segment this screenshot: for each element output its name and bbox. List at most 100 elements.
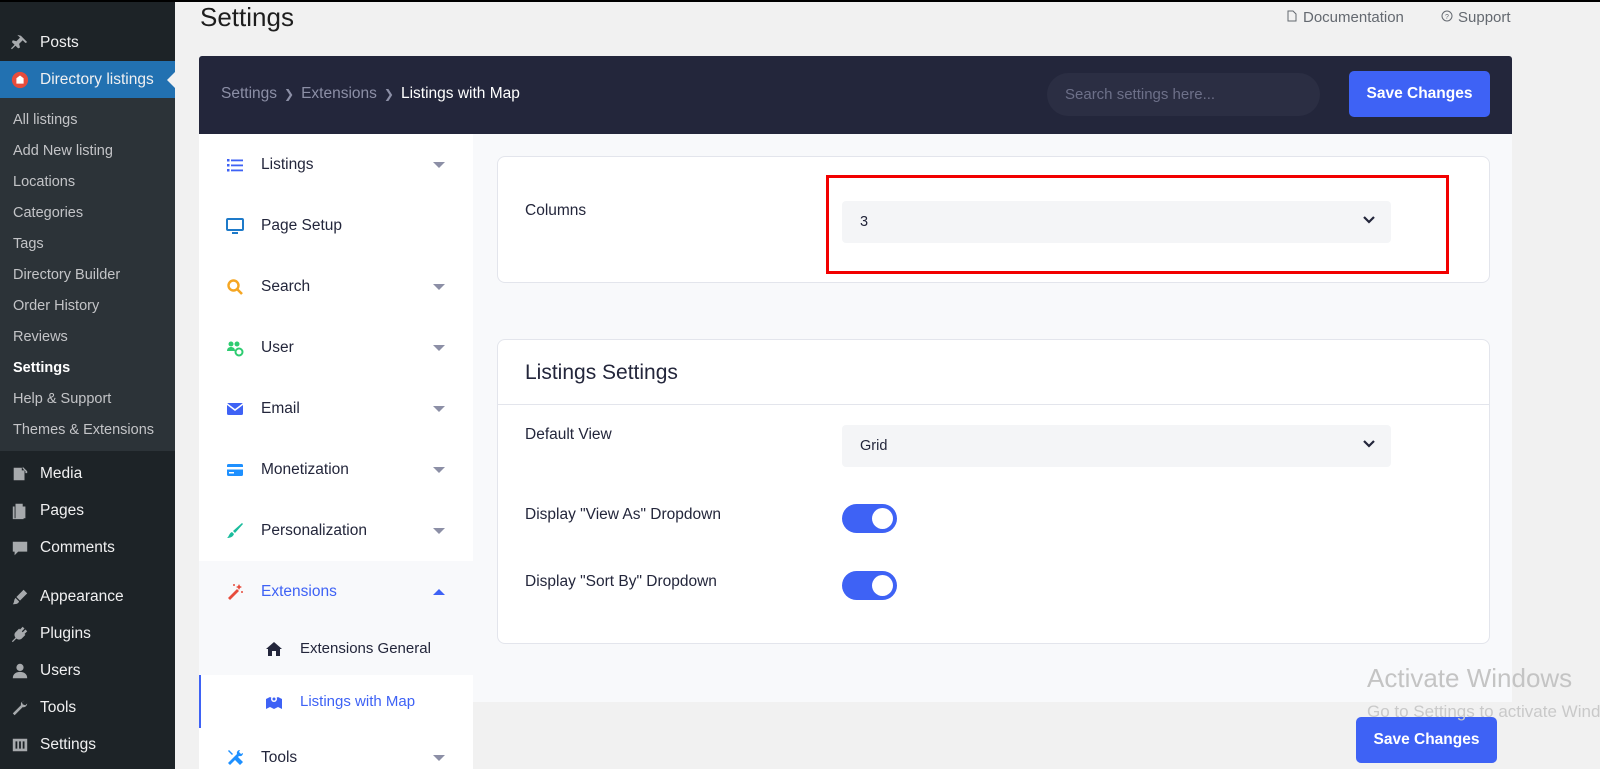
nav-sub-extensions-general[interactable]: Extensions General bbox=[199, 622, 473, 675]
wp-menu-posts[interactable]: Posts bbox=[0, 24, 175, 61]
wp-menu-tools[interactable]: Tools bbox=[0, 689, 175, 726]
search-settings-input[interactable] bbox=[1047, 73, 1320, 116]
comments-icon bbox=[10, 538, 30, 558]
tools-cross-icon bbox=[225, 748, 245, 768]
divider bbox=[498, 404, 1489, 405]
breadcrumb-item[interactable]: Extensions bbox=[301, 85, 377, 103]
envelope-icon bbox=[225, 399, 245, 419]
breadcrumb-item[interactable]: Settings bbox=[221, 85, 277, 103]
support-link[interactable]: ? Support bbox=[1441, 9, 1511, 26]
pin-icon bbox=[10, 33, 30, 53]
columns-label: Columns bbox=[525, 202, 587, 219]
wp-sub-settings[interactable]: Settings bbox=[0, 352, 175, 383]
wp-sub-themes-extensions[interactable]: Themes & Extensions bbox=[0, 414, 175, 445]
wp-sub-add-new-listing[interactable]: Add New listing bbox=[0, 135, 175, 166]
nav-label: Page Setup bbox=[261, 216, 343, 234]
chevron-right-icon: ❯ bbox=[284, 87, 295, 101]
nav-label: Extensions bbox=[261, 582, 337, 600]
wp-sub-directory-builder[interactable]: Directory Builder bbox=[0, 259, 175, 290]
appearance-icon bbox=[10, 587, 30, 607]
wp-menu-label: Comments bbox=[40, 538, 115, 556]
directory-icon bbox=[10, 70, 30, 90]
nav-extensions[interactable]: Extensions bbox=[199, 561, 473, 622]
wp-menu-label: Plugins bbox=[40, 624, 91, 642]
wp-menu-plugins[interactable]: Plugins bbox=[0, 615, 175, 652]
pages-icon bbox=[10, 501, 30, 521]
nav-tools[interactable]: Tools bbox=[199, 728, 473, 769]
nav-page-setup[interactable]: Page Setup bbox=[199, 195, 473, 256]
wp-sub-reviews[interactable]: Reviews bbox=[0, 321, 175, 352]
nav-label: Listings bbox=[261, 155, 314, 173]
documentation-link[interactable]: Documentation bbox=[1286, 9, 1404, 26]
nav-sub-label: Extensions General bbox=[300, 640, 431, 657]
save-changes-button-bottom[interactable]: Save Changes bbox=[1356, 717, 1497, 763]
caret-down-icon bbox=[433, 283, 445, 290]
wp-menu-label: Media bbox=[40, 464, 83, 482]
settings-header: Settings ❯ Extensions ❯ Listings with Ma… bbox=[199, 56, 1512, 134]
map-marker-icon bbox=[264, 692, 284, 712]
wp-menu-label: Users bbox=[40, 661, 81, 679]
caret-down-icon bbox=[433, 466, 445, 473]
wp-sub-categories[interactable]: Categories bbox=[0, 197, 175, 228]
view-as-toggle[interactable] bbox=[842, 504, 897, 533]
wp-menu-pages[interactable]: Pages bbox=[0, 492, 175, 529]
wp-menu-label: Appearance bbox=[40, 587, 124, 605]
nav-monetization[interactable]: Monetization bbox=[199, 439, 473, 500]
credit-card-icon bbox=[225, 460, 245, 480]
wp-sub-order-history[interactable]: Order History bbox=[0, 290, 175, 321]
sort-by-label: Display "Sort By" Dropdown bbox=[525, 573, 717, 590]
nav-search[interactable]: Search bbox=[199, 256, 473, 317]
help-circle-icon: ? bbox=[1441, 9, 1453, 26]
plugins-icon bbox=[10, 624, 30, 644]
default-view-select[interactable]: Grid bbox=[842, 425, 1391, 467]
chevron-down-icon bbox=[1363, 440, 1375, 448]
nav-personalization[interactable]: Personalization bbox=[199, 500, 473, 561]
wp-menu-users[interactable]: Users bbox=[0, 652, 175, 689]
nav-label: Email bbox=[261, 399, 300, 417]
wp-menu-directory-listings[interactable]: Directory listings bbox=[0, 61, 175, 98]
nav-label: Tools bbox=[261, 749, 298, 766]
caret-down-icon bbox=[433, 161, 445, 168]
wp-sub-all-listings[interactable]: All listings bbox=[0, 104, 175, 135]
activate-windows-watermark: Activate Windows bbox=[1367, 663, 1573, 693]
extensions-group: Extensions Extensions General Listings w… bbox=[199, 561, 473, 728]
wp-menu-settings[interactable]: Settings bbox=[0, 726, 175, 763]
nav-listings[interactable]: Listings bbox=[199, 134, 473, 195]
toggle-knob bbox=[872, 575, 893, 596]
caret-down-icon bbox=[433, 344, 445, 351]
tools-icon bbox=[10, 698, 30, 718]
wp-sub-locations[interactable]: Locations bbox=[0, 166, 175, 197]
chevron-right-icon: ❯ bbox=[383, 87, 394, 101]
save-changes-button[interactable]: Save Changes bbox=[1349, 71, 1490, 117]
list-icon bbox=[225, 155, 245, 175]
nav-email[interactable]: Email bbox=[199, 378, 473, 439]
listings-settings-title: Listings Settings bbox=[525, 361, 678, 384]
nav-user[interactable]: User bbox=[199, 317, 473, 378]
settings-icon bbox=[10, 735, 30, 755]
wp-submenu: All listings Add New listing Locations C… bbox=[0, 98, 175, 451]
users-gear-icon bbox=[225, 338, 245, 358]
wp-admin-sidebar: Posts Directory listings All listings Ad… bbox=[0, 0, 175, 769]
nav-sub-listings-with-map[interactable]: Listings with Map bbox=[199, 675, 473, 728]
support-label: Support bbox=[1458, 9, 1511, 26]
wp-menu-label: Settings bbox=[40, 735, 97, 753]
media-icon bbox=[10, 464, 30, 484]
caret-up-icon bbox=[433, 588, 445, 595]
listings-settings-card: Listings Settings Default View Grid Disp… bbox=[497, 339, 1490, 644]
wp-menu-appearance[interactable]: Appearance bbox=[0, 578, 175, 615]
documentation-label: Documentation bbox=[1303, 9, 1404, 26]
wp-menu-media[interactable]: Media bbox=[0, 455, 175, 492]
view-as-label: Display "View As" Dropdown bbox=[525, 506, 721, 523]
default-view-value: Grid bbox=[860, 438, 888, 454]
wp-sub-tags[interactable]: Tags bbox=[0, 228, 175, 259]
home-icon bbox=[264, 639, 284, 659]
wp-menu-label: Tools bbox=[40, 698, 77, 716]
sort-by-toggle[interactable] bbox=[842, 571, 897, 600]
wp-menu-label: Directory listings bbox=[40, 70, 154, 88]
wp-menu-comments[interactable]: Comments bbox=[0, 529, 175, 566]
breadcrumb: Settings ❯ Extensions ❯ Listings with Ma… bbox=[221, 85, 520, 103]
settings-nav: Listings Page Setup Search User Email Mo… bbox=[199, 134, 473, 769]
nav-label: User bbox=[261, 338, 294, 356]
search-icon bbox=[225, 277, 245, 297]
wp-sub-help-support[interactable]: Help & Support bbox=[0, 383, 175, 414]
